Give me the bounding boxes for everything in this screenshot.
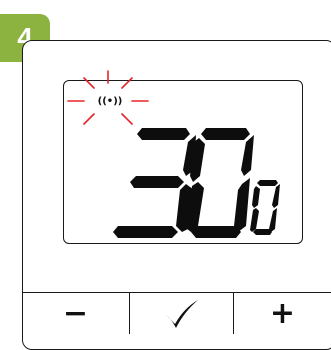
decrease-button[interactable]: − xyxy=(22,293,129,334)
temperature-readout xyxy=(113,128,280,238)
temperature-digit-0 xyxy=(186,128,254,238)
temperature-digit-3 xyxy=(113,128,196,238)
increase-button[interactable]: + xyxy=(234,293,331,334)
checkmark-icon xyxy=(165,300,198,328)
confirm-button[interactable] xyxy=(130,293,233,334)
temperature-unit-digit xyxy=(250,180,280,235)
